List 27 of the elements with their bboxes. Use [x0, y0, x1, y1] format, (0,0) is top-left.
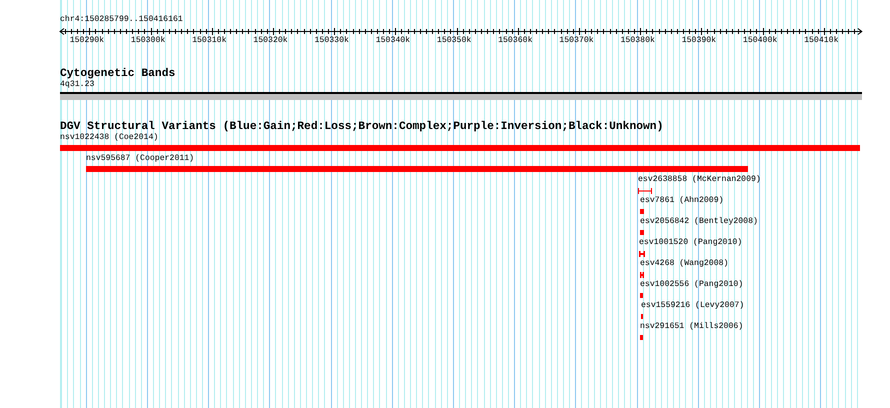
tick-label: 150320k [253, 36, 288, 46]
track-title: DGV Structural Variants (Blue:Gain;Red:Loss;Brown:Complex;Purple:Inversion;Black:Unknown) [60, 121, 664, 133]
variant-label: esv1559216 (Levy2007) [641, 301, 744, 311]
tick-label: 150390k [682, 36, 716, 46]
track-title: Cytogenetic Bands [60, 68, 176, 80]
coordinate-label: chr4:150285799..150416161 [60, 15, 183, 25]
tick-label: 150380k [620, 36, 655, 46]
tick-label: 150300k [130, 36, 166, 46]
variant-label: esv1002556 (Pang2010) [640, 280, 744, 290]
variant-label: esv7861 (Ahn2009) [640, 196, 724, 206]
variant-label: esv2638858 (McKernan2009) [638, 175, 761, 185]
tick-label: 150330k [314, 36, 349, 46]
band-label: 4q31.23 [60, 80, 94, 90]
tick-label: 150340k [376, 36, 410, 46]
variant-label: esv1001520 (Pang2010) [639, 238, 742, 248]
variant-label: esv4268 (Wang2008) [640, 259, 728, 269]
variant-label: nsv595687 (Cooper2011) [86, 154, 194, 164]
variant-label: nsv1022438 (Coe2014) [60, 133, 158, 143]
tick-label: 150290k [70, 36, 104, 46]
tick-label: 150350k [436, 36, 472, 46]
tick-label: 150360k [498, 36, 533, 46]
variant-label: esv2056842 (Bentley2008) [640, 217, 758, 227]
tick-label: 150370k [559, 36, 594, 46]
variant-label: nsv291651 (Mills2006) [640, 322, 744, 332]
tick-label: 150310k [192, 36, 227, 46]
tick-label: 150410k [804, 36, 839, 46]
tick-label: 150400k [742, 36, 778, 46]
